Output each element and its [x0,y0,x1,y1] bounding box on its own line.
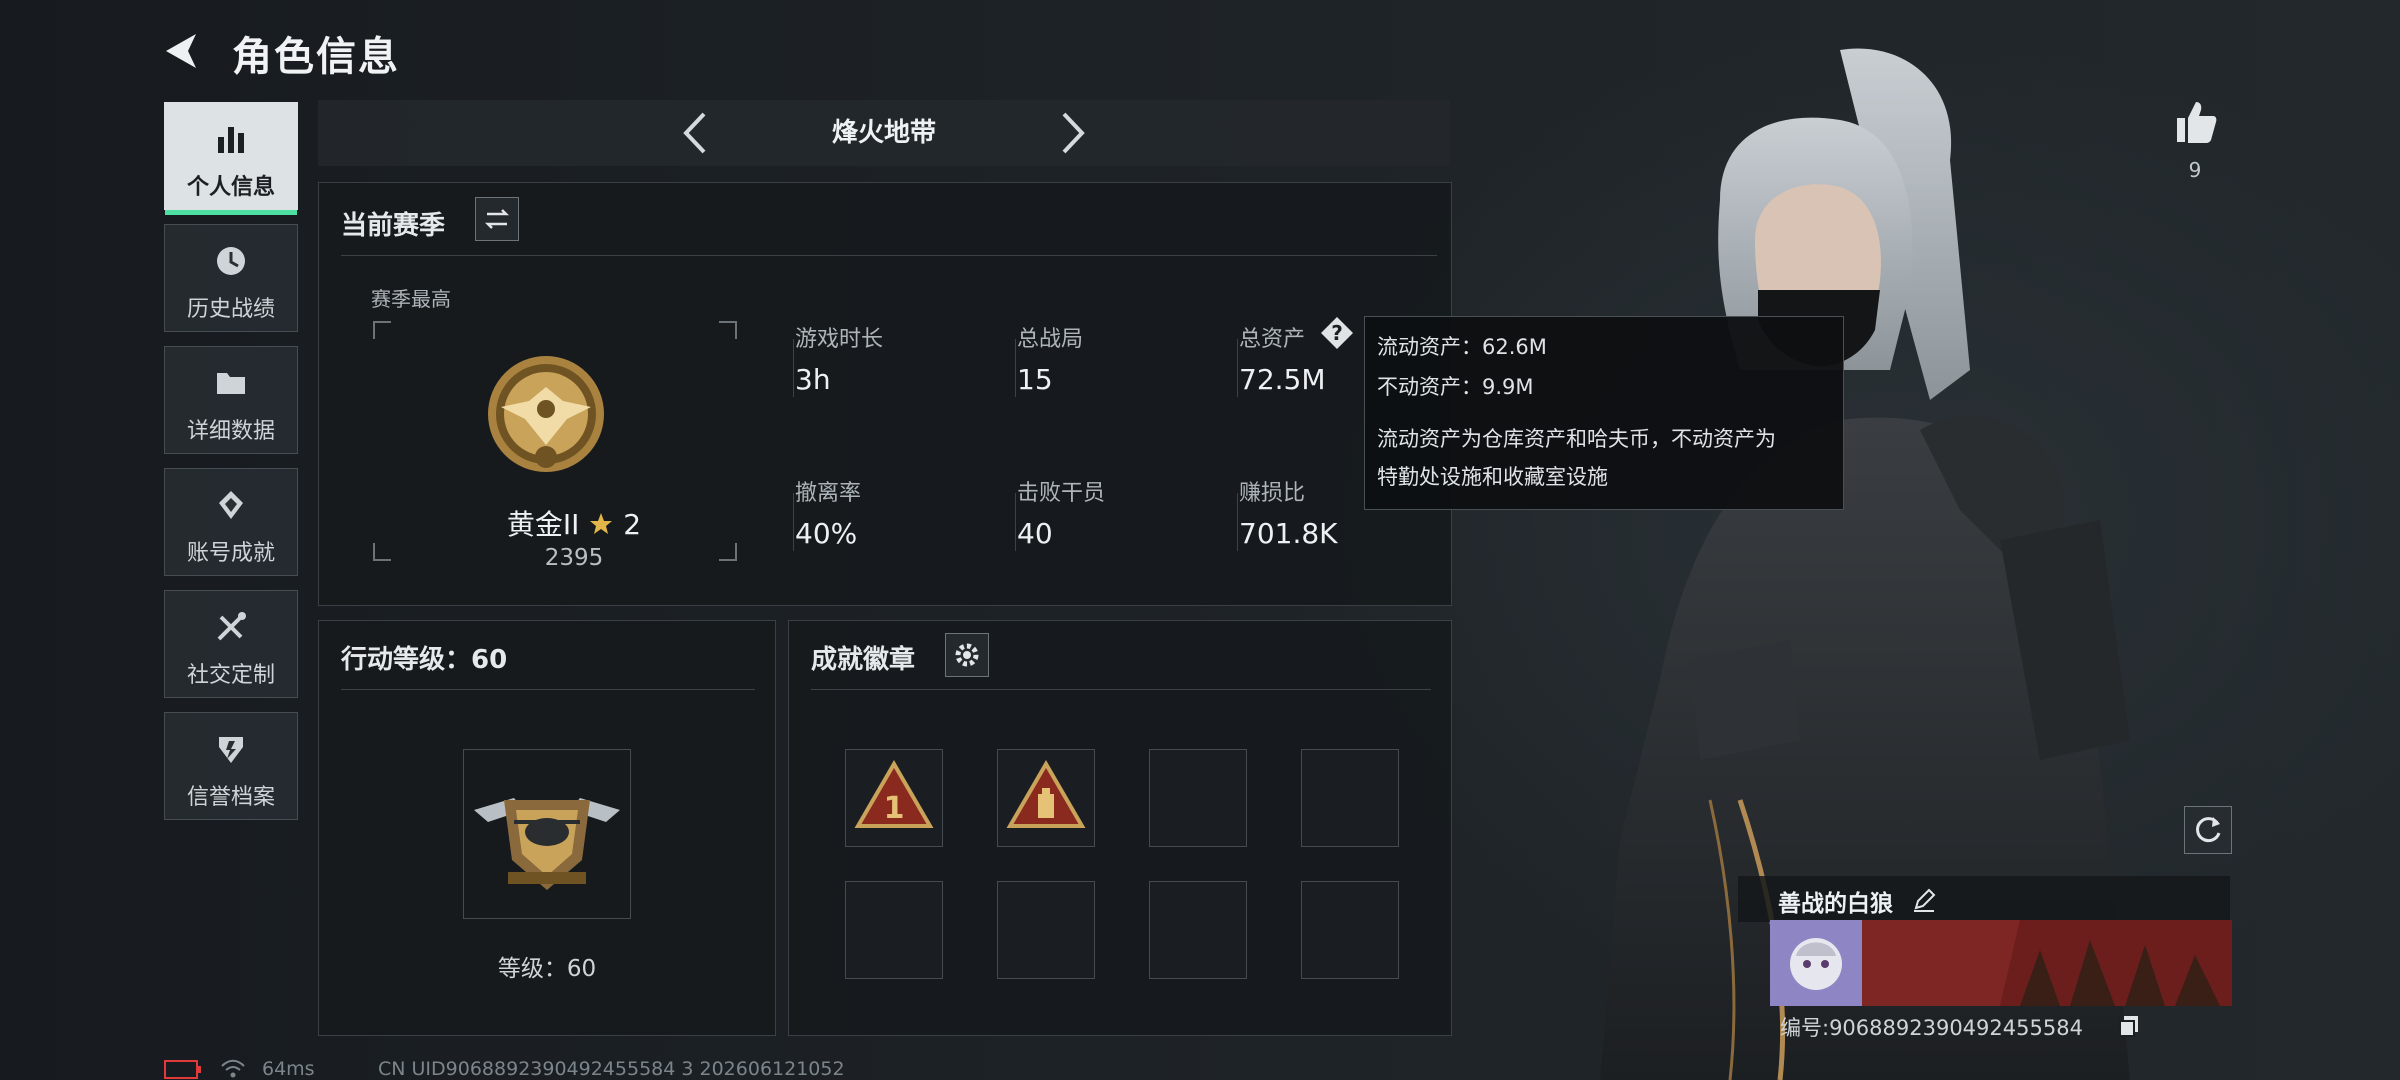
svg-text:?: ? [1331,321,1343,345]
shield-icon [219,737,243,763]
mode-title: 烽火地带 [831,118,936,148]
stat-value: 72.5M [1239,363,1326,396]
clock-icon [217,247,245,275]
profile-banner [1770,920,2232,1006]
badge-slot[interactable] [1301,749,1399,847]
assets-tooltip: 流动资产：62.6M 不动资产：9.9M 流动资产为仓库资产和哈夫币，不动资产为… [1364,316,1844,510]
badge-slot[interactable] [845,881,943,979]
season-panel: 当前赛季 赛季最高 黄金II 2 2395 游戏时长 3h 总战局 15 总资产 [318,182,1452,606]
battery-icon [164,1060,201,1079]
tools-icon [217,612,246,641]
stat-value: 40% [795,517,858,550]
stat-label: 游戏时长 [795,327,884,352]
rotate-view-button[interactable] [2184,806,2232,854]
back-arrow-icon[interactable] [160,28,206,74]
tooltip-fixed: 不动资产：9.9M [1377,375,1534,399]
nav-label: 个人信息 [186,175,275,200]
name-card: 善战的白狼 [1738,876,2230,922]
tooltip-desc-line-2: 特勤处设施和收藏室设施 [1377,465,1608,489]
nav-item-social[interactable]: 社交定制 [164,590,298,698]
stat-value: 40 [1017,517,1053,550]
page-title: 角色信息 [232,34,400,80]
level-emblem-icon [474,798,620,890]
ping-text: 64ms [262,1058,315,1080]
rank-stars: 2 [623,508,642,541]
question-icon: ? [1321,317,1353,349]
stat-label: 赚损比 [1239,481,1306,506]
badge-slot[interactable] [1301,881,1399,979]
stat-value: 701.8K [1239,517,1338,550]
player-id: 编号:9068892390492455584 [1780,1016,2083,1040]
player-nickname: 善战的白狼 [1778,891,1893,917]
nav-label: 历史战绩 [186,297,275,322]
level-emblem-frame [463,749,631,919]
tooltip-desc-line-1: 流动资产为仓库资产和哈夫币，不动资产为 [1377,427,1776,451]
avatar-banner-image [1770,920,2232,1006]
swap-icon [484,209,510,229]
nav-item-reputation[interactable]: 信誉档案 [164,712,298,820]
badge-supply-icon [1006,760,1086,828]
folder-icon [217,373,245,394]
nav-label: 信誉档案 [186,785,275,810]
badge-rank-one-icon: 1 [854,760,934,828]
badge-slot[interactable] [1149,881,1247,979]
achievement-icon [219,491,243,519]
stat-label: 总战局 [1017,327,1084,352]
stat-label: 撤离率 [795,481,862,506]
stat-value: 15 [1017,363,1053,396]
stat-label: 击败干员 [1017,481,1106,506]
svg-text:1: 1 [884,791,905,826]
level-title: 行动等级：60 [341,645,508,675]
nav-item-detail-data[interactable]: 详细数据 [164,346,298,454]
nav-label: 账号成就 [186,541,275,566]
bar-chart-icon [218,127,244,153]
refresh-icon [2196,817,2221,843]
badge-slot[interactable] [997,881,1095,979]
tooltip-liquid: 流动资产：62.6M [1377,335,1547,359]
badges-panel: 成就徽章 1 [788,620,1452,1036]
rank-score: 2395 [544,545,604,571]
level-caption: 等级：60 [497,956,597,982]
nav-item-achievements[interactable]: 账号成就 [164,468,298,576]
badges-title: 成就徽章 [811,645,916,675]
badge-slot[interactable] [997,749,1095,847]
nav-item-personal-info[interactable]: 个人信息 [164,102,298,215]
badges-settings-button[interactable] [945,633,989,677]
season-title: 当前赛季 [341,211,446,241]
wifi-icon [221,1059,245,1078]
rank-line: 黄金II 2 [479,503,669,543]
season-switch-button[interactable] [475,197,519,241]
mode-selector: 烽火地带 [318,100,1450,166]
nav-label: 详细数据 [186,419,275,444]
level-panel: 行动等级：60 等级：60 [318,620,776,1036]
season-best-label: 赛季最高 [371,287,451,311]
nav-label: 社交定制 [186,663,275,688]
like-count: 9 [2188,158,2202,182]
total-assets-help[interactable]: ? [1319,315,1355,355]
badge-slot[interactable]: 1 [845,749,943,847]
edit-icon[interactable] [1910,886,1938,914]
copy-icon[interactable] [2118,1014,2140,1038]
stat-value: 3h [795,363,831,396]
gear-icon [955,643,979,667]
like-button[interactable]: 9 [2166,96,2224,182]
rank-emblem-icon [488,356,604,472]
star-icon [590,513,613,534]
rank-name: 黄金II [506,508,580,541]
uid-text: CN UID9068892390492455584 3 202606121052 [378,1058,845,1080]
badge-slot[interactable] [1149,749,1247,847]
thumbs-up-icon [2177,102,2217,143]
nav-item-history[interactable]: 历史战绩 [164,224,298,332]
stat-label: 总资产 [1239,327,1306,352]
chevron-right-icon[interactable] [1056,110,1088,156]
